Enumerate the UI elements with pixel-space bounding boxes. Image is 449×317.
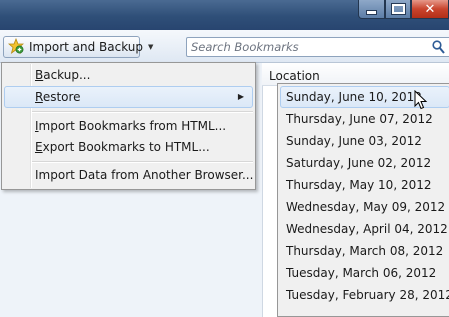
restore-backup-item[interactable]: Wednesday, April 04, 2012 bbox=[280, 218, 449, 240]
star-import-icon bbox=[7, 37, 25, 57]
menu-separator bbox=[32, 161, 253, 163]
window-titlebar: ✕ bbox=[0, 0, 449, 30]
restore-backup-item[interactable]: Thursday, March 08, 2012 bbox=[280, 240, 449, 262]
chevron-right-icon: ▶ bbox=[237, 92, 244, 101]
import-backup-menu: Backup... Restore ▶ Import Bookmarks fro… bbox=[1, 62, 256, 190]
menu-item-export-html[interactable]: Export Bookmarks to HTML... bbox=[4, 136, 253, 158]
restore-backup-item[interactable]: Wednesday, May 09, 2012 bbox=[280, 196, 449, 218]
mouse-cursor-icon bbox=[414, 89, 428, 113]
maximize-button[interactable] bbox=[385, 0, 411, 19]
minimize-button[interactable] bbox=[358, 0, 385, 19]
menu-separator bbox=[32, 111, 253, 113]
restore-submenu: Sunday, June 10, 2012 Thursday, June 07,… bbox=[277, 83, 449, 317]
restore-backup-item[interactable]: Thursday, May 10, 2012 bbox=[280, 174, 449, 196]
search-icon[interactable] bbox=[432, 40, 445, 57]
restore-backup-item[interactable]: Saturday, June 02, 2012 bbox=[280, 152, 449, 174]
chevron-down-icon: ▼ bbox=[148, 43, 154, 51]
search-input[interactable] bbox=[187, 38, 445, 56]
search-bookmarks-field[interactable] bbox=[186, 37, 449, 57]
menu-item-restore[interactable]: Restore ▶ bbox=[4, 86, 253, 108]
restore-backup-item[interactable]: Sunday, June 03, 2012 bbox=[280, 130, 449, 152]
minimize-icon bbox=[366, 9, 377, 15]
menu-item-import-other-browser[interactable]: Import Data from Another Browser... bbox=[4, 164, 253, 186]
window-controls: ✕ bbox=[358, 0, 449, 21]
library-toolbar: Import and Backup ▼ bbox=[0, 30, 449, 63]
maximize-icon bbox=[391, 4, 405, 14]
import-and-backup-button[interactable]: Import and Backup ▼ bbox=[3, 36, 153, 58]
restore-backup-item[interactable]: Tuesday, March 06, 2012 bbox=[280, 262, 449, 284]
location-column-label: Location bbox=[269, 69, 320, 83]
import-and-backup-label: Import and Backup bbox=[29, 40, 144, 54]
close-button[interactable]: ✕ bbox=[411, 0, 449, 19]
menu-item-backup[interactable]: Backup... bbox=[4, 64, 253, 86]
menu-item-import-html[interactable]: Import Bookmarks from HTML... bbox=[4, 115, 253, 137]
close-icon: ✕ bbox=[424, 1, 436, 17]
restore-backup-item[interactable]: Tuesday, February 28, 2012 bbox=[280, 284, 449, 306]
